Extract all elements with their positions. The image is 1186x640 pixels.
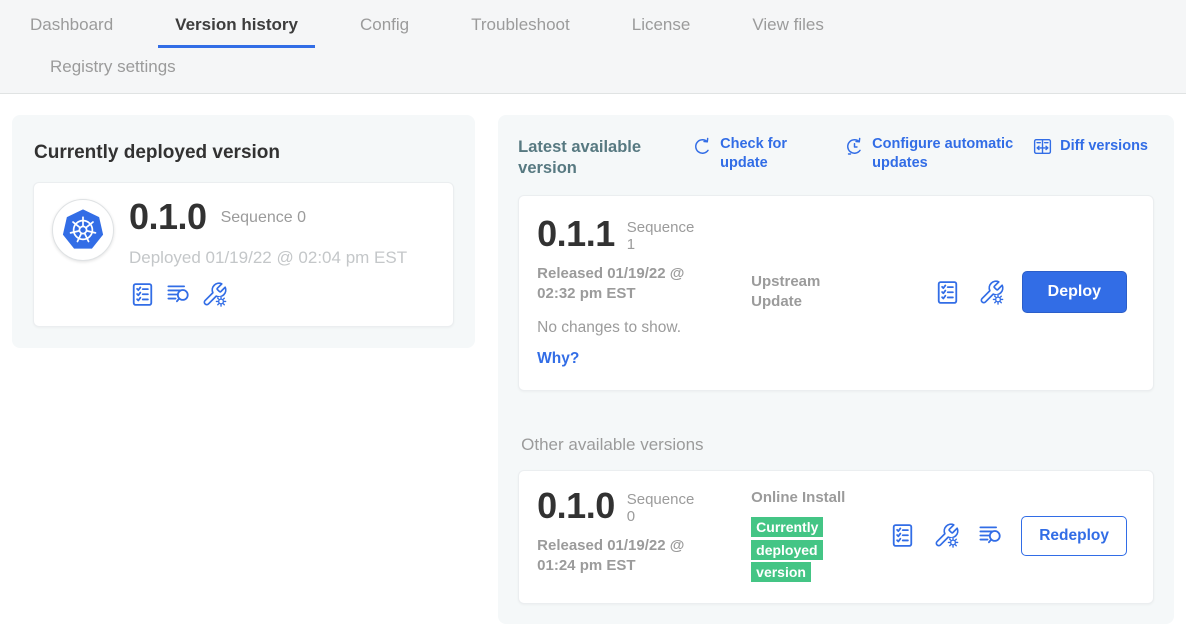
deployed-timestamp: Deployed 01/19/22 @ 02:04 pm EST [129, 248, 407, 268]
preflight-checks-icon[interactable] [129, 281, 156, 308]
deploy-logs-icon[interactable] [165, 281, 192, 308]
update-source-label: Upstream Update [751, 272, 869, 313]
released-timestamp: Released 01/19/22 @ 01:24 pm EST [537, 536, 709, 577]
currently-deployed-title: Currently deployed version [34, 142, 454, 164]
install-type-label: Online Install [751, 488, 851, 508]
version-number: 0.1.1 [537, 216, 615, 252]
deploy-button[interactable]: Deploy [1022, 271, 1127, 313]
version-row: 0.1.0 Sequence 0 [129, 199, 407, 235]
preflight-checks-icon[interactable] [934, 279, 961, 306]
latest-version-card: 0.1.1 Sequence 1 Released 01/19/22 @ 02:… [518, 195, 1154, 391]
edit-config-icon[interactable] [978, 279, 1005, 306]
diff-versions-link[interactable]: Diff versions [1032, 135, 1148, 157]
currently-deployed-badge-wrap: Currently deployed version [751, 516, 841, 583]
tab-config[interactable]: Config [343, 13, 426, 48]
configure-automatic-updates-label: Configure automatic updates [872, 135, 1032, 172]
sequence-label: Sequence 0 [627, 491, 705, 526]
configure-automatic-updates-link[interactable]: Configure automatic updates [844, 135, 1032, 172]
version-row: 0.1.1 Sequence 1 [537, 216, 745, 254]
other-available-versions-title: Other available versions [521, 435, 1154, 455]
version-row: 0.1.0 Sequence 0 [537, 488, 745, 526]
check-for-update-label: Check for update [720, 135, 804, 172]
nav-row-1: Dashboard Version history Config Trouble… [0, 13, 1186, 48]
diff-versions-label: Diff versions [1060, 137, 1148, 156]
other-version-info: 0.1.0 Sequence 0 Released 01/19/22 @ 01:… [537, 488, 745, 576]
currently-deployed-badge: Currently deployed version [751, 517, 823, 582]
install-type-column: Online Install Currently deployed versio… [751, 488, 851, 583]
latest-available-title: Latest available version [518, 137, 670, 179]
tab-registry-settings[interactable]: Registry settings [33, 55, 193, 83]
check-for-update-link[interactable]: Check for update [692, 135, 804, 172]
sequence-label: Sequence 0 [221, 209, 306, 227]
deployed-version-info: 0.1.0 Sequence 0 Deployed 01/19/22 @ 02:… [129, 199, 407, 308]
version-number: 0.1.0 [129, 199, 207, 235]
redeploy-button[interactable]: Redeploy [1021, 516, 1127, 556]
latest-version-info: 0.1.1 Sequence 1 Released 01/19/22 @ 02:… [537, 216, 745, 368]
other-version-card: 0.1.0 Sequence 0 Released 01/19/22 @ 01:… [518, 470, 1154, 604]
tab-view-files[interactable]: View files [735, 13, 841, 48]
main-content: Currently deployed version 0.1.0 Sequenc… [0, 94, 1186, 624]
deployed-version-card: 0.1.0 Sequence 0 Deployed 01/19/22 @ 02:… [33, 182, 454, 327]
tab-version-history[interactable]: Version history [158, 13, 315, 48]
why-link[interactable]: Why? [537, 350, 745, 368]
currently-deployed-panel: Currently deployed version 0.1.0 Sequenc… [12, 115, 475, 348]
available-header: Latest available version Check for updat… [518, 135, 1154, 179]
edit-config-icon[interactable] [201, 281, 228, 308]
released-timestamp: Released 01/19/22 @ 02:32 pm EST [537, 264, 709, 305]
tab-dashboard[interactable]: Dashboard [13, 13, 130, 48]
nav-row-2: Registry settings [0, 48, 1186, 93]
app-logo-badge [52, 199, 114, 261]
tab-troubleshoot[interactable]: Troubleshoot [454, 13, 587, 48]
refresh-icon [692, 136, 713, 157]
top-nav: Dashboard Version history Config Trouble… [0, 0, 1186, 94]
sequence-label: Sequence 1 [627, 219, 705, 254]
diff-icon [1032, 136, 1053, 157]
available-versions-panel: Latest available version Check for updat… [498, 115, 1174, 624]
edit-config-icon[interactable] [933, 522, 960, 549]
tab-license[interactable]: License [615, 13, 708, 48]
deployed-actions [129, 281, 407, 308]
other-version-actions: Redeploy [889, 516, 1127, 556]
version-number: 0.1.0 [537, 488, 615, 524]
deploy-logs-icon[interactable] [977, 522, 1004, 549]
latest-version-actions: Deploy [934, 271, 1127, 313]
changes-note: No changes to show. [537, 319, 745, 337]
scheduled-update-icon [844, 136, 865, 157]
preflight-checks-icon[interactable] [889, 522, 916, 549]
kubernetes-logo [59, 206, 107, 254]
